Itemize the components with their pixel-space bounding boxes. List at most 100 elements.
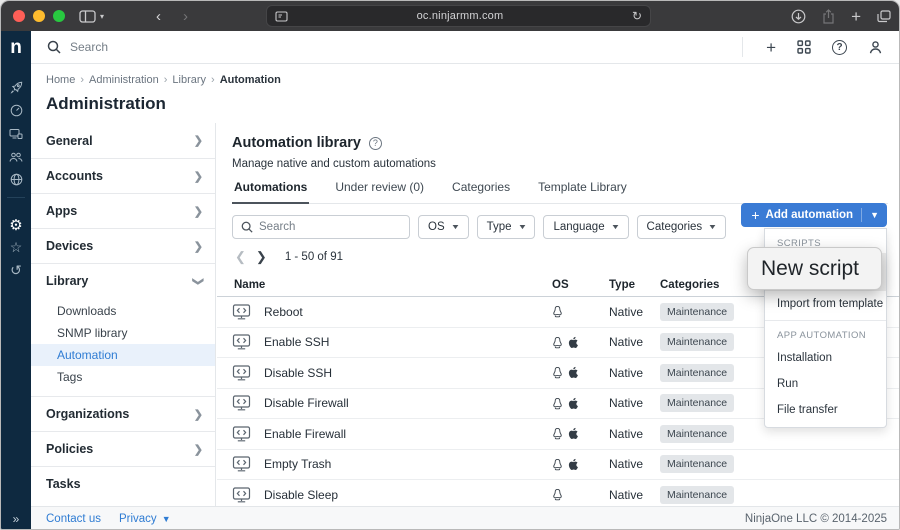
globe-icon[interactable] <box>1 168 31 191</box>
rocket-icon[interactable] <box>1 76 31 99</box>
tab-categories[interactable]: Categories <box>450 180 512 203</box>
url-text: oc.ninjarmm.com <box>288 10 632 22</box>
category-badge: Maintenance <box>660 486 734 504</box>
apps-grid-icon[interactable] <box>797 40 811 54</box>
chevron-right-icon: ❯ <box>194 240 203 253</box>
tab-under-review[interactable]: Under review (0) <box>333 180 426 203</box>
category-badge: Maintenance <box>660 425 734 443</box>
menu-item-installation[interactable]: Installation <box>765 345 886 371</box>
collapse-rail-icon[interactable]: » <box>1 512 31 526</box>
sidebar-item-devices[interactable]: Devices❯ <box>31 228 215 263</box>
star-icon[interactable]: ☆ <box>1 236 31 259</box>
dashboard-gauge-icon[interactable] <box>1 99 31 122</box>
column-type[interactable]: Type <box>609 279 660 291</box>
zoom-window-button[interactable] <box>53 10 65 22</box>
history-icon[interactable]: ↺ <box>1 259 31 282</box>
help-icon[interactable]: ? <box>832 40 847 55</box>
sidebar-item-organizations[interactable]: Organizations❯ <box>31 396 215 431</box>
column-os[interactable]: OS <box>552 279 609 291</box>
forward-button[interactable]: › <box>183 8 188 25</box>
menu-item-import-from-template[interactable]: Import from template <box>765 291 886 317</box>
add-icon[interactable]: + <box>766 39 776 56</box>
os-filter-dropdown[interactable]: OS▼ <box>418 215 469 239</box>
app-header: + ? <box>31 31 900 64</box>
sidebar-item-apps[interactable]: Apps❯ <box>31 193 215 228</box>
ninjaone-logo[interactable]: n <box>1 31 31 64</box>
window-controls <box>13 10 65 22</box>
column-name[interactable]: Name <box>234 279 552 291</box>
rail-divider <box>7 197 25 211</box>
reload-icon[interactable]: ↻ <box>632 9 642 23</box>
linux-icon <box>552 488 563 501</box>
sidebar-item-general[interactable]: General❯ <box>31 123 215 158</box>
sidebar-item-snmp-library[interactable]: SNMP library <box>31 322 215 344</box>
sidebar-item-automation[interactable]: Automation <box>31 344 215 366</box>
table-row[interactable]: Empty Trash Native Maintenance <box>217 450 900 481</box>
linux-icon <box>552 427 563 440</box>
back-button[interactable]: ‹ <box>156 8 161 25</box>
linux-icon <box>552 336 563 349</box>
sidebar-item-tags[interactable]: Tags <box>31 366 215 388</box>
sidebar-item-downloads[interactable]: Downloads <box>31 300 215 322</box>
contact-us-link[interactable]: Contact us <box>46 513 101 525</box>
magnified-new-script-item[interactable]: New script <box>747 247 882 290</box>
menu-item-file-transfer[interactable]: File transfer <box>765 397 886 423</box>
linux-icon <box>552 397 563 410</box>
gear-icon[interactable]: ⚙ <box>1 213 31 236</box>
chevron-right-icon: ❯ <box>194 134 203 147</box>
automation-type: Native <box>609 457 660 471</box>
sidebar-item-accounts[interactable]: Accounts❯ <box>31 158 215 193</box>
reader-icon[interactable] <box>275 11 288 22</box>
share-icon[interactable] <box>822 9 835 24</box>
minimize-window-button[interactable] <box>33 10 45 22</box>
user-profile-icon[interactable] <box>868 40 883 55</box>
global-search[interactable] <box>47 40 290 54</box>
add-automation-button[interactable]: + Add automation ▼ <box>741 203 887 227</box>
browser-toolbar: ▾ ‹ › oc.ninjarmm.com ↻ <box>1 1 900 31</box>
tab-overview-icon[interactable] <box>877 10 891 23</box>
browser-window: ▾ ‹ › oc.ninjarmm.com ↻ <box>0 0 900 530</box>
linux-icon <box>552 458 563 471</box>
search-icon <box>47 40 61 54</box>
type-filter-dropdown[interactable]: Type▼ <box>477 215 536 239</box>
sidebar-item-library[interactable]: Library❯ <box>31 263 215 298</box>
breadcrumb-home[interactable]: Home <box>46 74 75 86</box>
table-search-input[interactable] <box>259 221 389 233</box>
breadcrumb-administration[interactable]: Administration <box>89 74 159 86</box>
chevron-right-icon: ❯ <box>194 205 203 218</box>
users-group-icon[interactable] <box>1 145 31 168</box>
section-help-icon[interactable]: ? <box>369 137 382 150</box>
language-filter-dropdown[interactable]: Language▼ <box>543 215 628 239</box>
categories-filter-dropdown[interactable]: Categories▼ <box>637 215 727 239</box>
menu-item-run[interactable]: Run <box>765 371 886 397</box>
close-window-button[interactable] <box>13 10 25 22</box>
footer-bar: Contact us Privacy ▼ NinjaOne LLC © 2014… <box>31 506 900 530</box>
sidebar-toggle-icon[interactable] <box>79 10 96 23</box>
chevron-right-icon: ❯ <box>194 408 203 421</box>
global-search-input[interactable] <box>70 40 290 54</box>
privacy-link[interactable]: Privacy <box>119 513 157 525</box>
automation-name: Enable SSH <box>264 335 329 349</box>
sidebar-item-tasks[interactable]: Tasks <box>31 466 215 501</box>
previous-page-icon[interactable]: ❮ <box>235 249 246 265</box>
tab-automations[interactable]: Automations <box>232 180 309 204</box>
pagination-label: 1 - 50 of 91 <box>285 251 343 263</box>
table-row[interactable]: Disable Sleep Native Maintenance <box>217 480 900 506</box>
script-icon <box>232 304 251 320</box>
tab-template-library[interactable]: Template Library <box>536 180 629 203</box>
address-bar[interactable]: oc.ninjarmm.com ↻ <box>266 5 651 27</box>
next-page-icon[interactable]: ❯ <box>256 249 267 265</box>
sidebar-chevron-icon[interactable]: ▾ <box>100 12 104 21</box>
category-badge: Maintenance <box>660 333 734 351</box>
category-badge: Maintenance <box>660 394 734 412</box>
category-badge: Maintenance <box>660 303 734 321</box>
sidebar-item-policies[interactable]: Policies❯ <box>31 431 215 466</box>
automation-name: Disable Firewall <box>264 396 349 410</box>
automation-type: Native <box>609 366 660 380</box>
breadcrumb-library[interactable]: Library <box>172 74 206 86</box>
category-badge: Maintenance <box>660 364 734 382</box>
new-tab-icon[interactable]: + <box>851 8 861 25</box>
downloads-icon[interactable] <box>791 9 806 24</box>
table-search[interactable] <box>232 215 410 239</box>
devices-icon[interactable] <box>1 122 31 145</box>
